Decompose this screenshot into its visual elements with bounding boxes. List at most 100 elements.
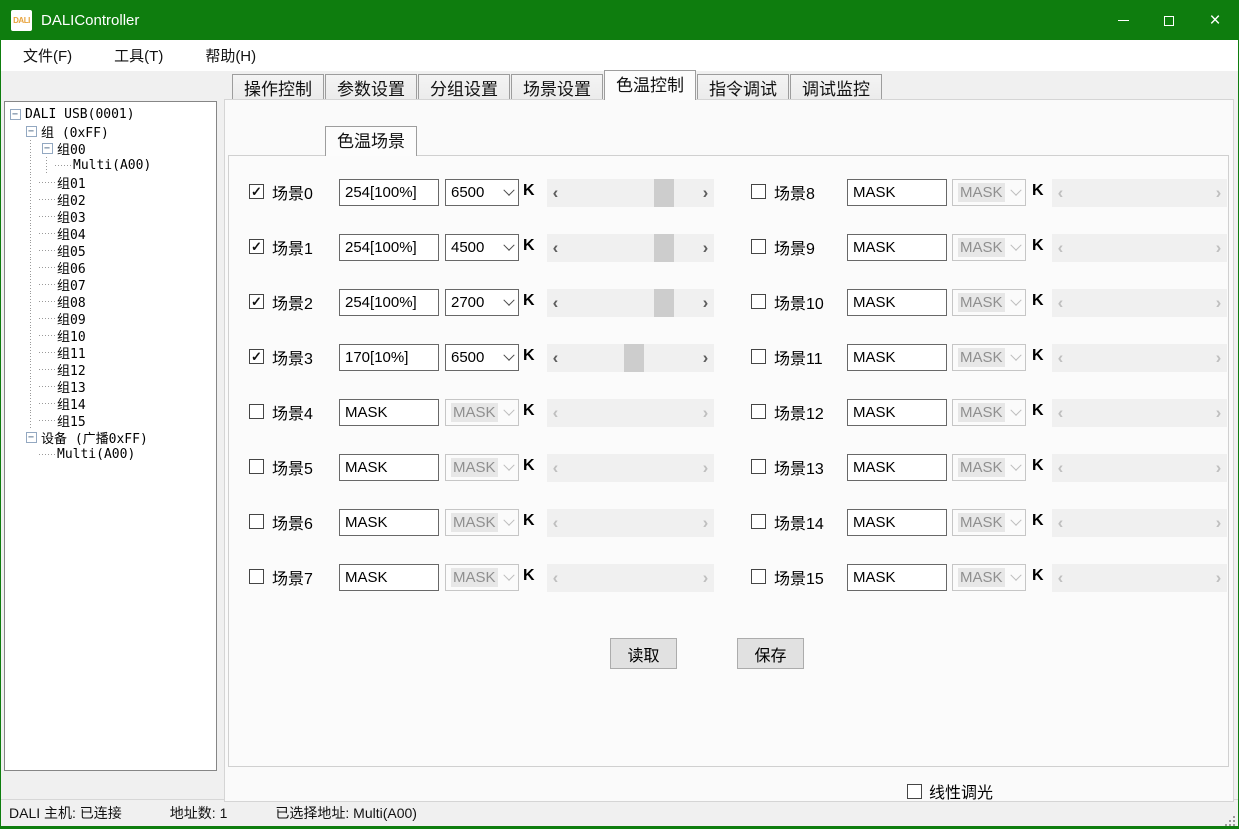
device-tree: −DALI USB(0001)−组 (0xFF)−组00Multi(A00)组0…: [4, 101, 217, 771]
scene-checkbox[interactable]: [751, 349, 766, 364]
tree-row: 组10: [7, 327, 214, 344]
tree-guide: [39, 174, 55, 191]
scene-checkbox[interactable]: [751, 294, 766, 309]
tree-collapse-icon[interactable]: −: [39, 140, 55, 157]
tree-row: 组04: [7, 225, 214, 242]
tree-node-label[interactable]: 组00: [55, 139, 86, 158]
menu-item[interactable]: 文件(F): [13, 41, 82, 70]
linear-dimming-label: 线性调光: [929, 779, 993, 803]
tab-item[interactable]: 调试监控: [790, 74, 882, 100]
color-temp-select[interactable]: MASK: [952, 179, 1026, 206]
scene-row: 场景13MASKK‹›: [229, 454, 1228, 484]
scroll-right-icon: ›: [1210, 399, 1227, 427]
scene-row: 场景12MASKK‹›: [229, 399, 1228, 429]
scroll-track: [1069, 509, 1210, 537]
scroll-left-icon: ‹: [1052, 564, 1069, 592]
scene-level-input[interactable]: [847, 344, 947, 371]
tree-collapse-icon[interactable]: −: [7, 106, 23, 123]
tree-guide: [39, 344, 55, 361]
scroll-track: [1069, 399, 1210, 427]
tree-row: 组11: [7, 344, 214, 361]
color-temp-value: MASK: [958, 348, 1005, 367]
status-selected-address: 已选择地址: Multi(A00): [275, 803, 417, 823]
scene-level-input[interactable]: [847, 454, 947, 481]
tree-collapse-icon[interactable]: −: [23, 429, 39, 446]
tree-guide: [39, 361, 55, 378]
color-temp-select[interactable]: MASK: [952, 564, 1026, 591]
save-button[interactable]: 保存: [737, 638, 804, 669]
tree-node-label[interactable]: Multi(A00): [71, 158, 151, 173]
tree-guide: [23, 412, 39, 429]
menu-item[interactable]: 工具(T): [104, 41, 173, 70]
color-temp-select[interactable]: MASK: [952, 399, 1026, 426]
menu-item[interactable]: 帮助(H): [195, 41, 266, 70]
tab-item[interactable]: 指令调试: [697, 74, 789, 100]
scene-checkbox[interactable]: [751, 514, 766, 529]
kelvin-unit-label: K: [1032, 292, 1044, 310]
tree-guide: [23, 259, 39, 276]
maximize-button[interactable]: [1146, 1, 1192, 40]
scene-checkbox[interactable]: [751, 239, 766, 254]
scene-level-input[interactable]: [847, 399, 947, 426]
tree-row: 组12: [7, 361, 214, 378]
tree-guide: [39, 310, 55, 327]
color-temp-select[interactable]: MASK: [952, 234, 1026, 261]
tree-node-label[interactable]: DALI USB(0001): [23, 107, 135, 122]
tree-guide: [55, 157, 71, 174]
scene-level-input[interactable]: [847, 179, 947, 206]
tree-node-label[interactable]: 设备 (广播0xFF): [39, 428, 148, 447]
scene-checkbox[interactable]: [751, 184, 766, 199]
tab-selected[interactable]: 色温控制: [604, 70, 696, 100]
tree-guide: [7, 208, 23, 225]
scene-label: 场景15: [774, 565, 824, 589]
tree-guide: [23, 310, 39, 327]
scene-level-input[interactable]: [847, 509, 947, 536]
color-temp-select[interactable]: MASK: [952, 509, 1026, 536]
scene-label: 场景13: [774, 455, 824, 479]
tree-row: 组13: [7, 378, 214, 395]
app-icon: DALI: [11, 10, 32, 31]
read-button[interactable]: 读取: [610, 638, 677, 669]
tree-guide: [7, 429, 23, 446]
linear-dimming-checkbox[interactable]: [907, 784, 922, 799]
scene-level-input[interactable]: [847, 234, 947, 261]
tree-guide: [23, 140, 39, 157]
scroll-right-icon: ›: [1210, 179, 1227, 207]
tab-item[interactable]: 场景设置: [511, 74, 603, 100]
scene-level-input[interactable]: [847, 289, 947, 316]
tree-collapse-icon[interactable]: −: [23, 123, 39, 140]
tree-guide: [7, 276, 23, 293]
tree-row: 组05: [7, 242, 214, 259]
resize-grip-icon[interactable]: [1223, 814, 1235, 826]
scene-checkbox[interactable]: [751, 569, 766, 584]
tab-item[interactable]: 参数设置: [325, 74, 417, 100]
collapse-minus-icon: −: [10, 109, 21, 120]
tree-row: −组 (0xFF): [7, 123, 214, 140]
color-temp-select[interactable]: MASK: [952, 454, 1026, 481]
scene-checkbox[interactable]: [751, 459, 766, 474]
chevron-down-icon: [1010, 239, 1021, 250]
tree-guide: [7, 191, 23, 208]
tab-item[interactable]: 分组设置: [418, 74, 510, 100]
tree-guide: [39, 446, 55, 463]
color-temp-scrollbar: ‹›: [1052, 344, 1227, 372]
color-temp-value: MASK: [958, 458, 1005, 477]
scene-checkbox[interactable]: [751, 404, 766, 419]
tree-guide: [23, 446, 39, 463]
tab-item[interactable]: 操作控制: [232, 74, 324, 100]
color-temp-select[interactable]: MASK: [952, 344, 1026, 371]
minimize-button[interactable]: [1100, 1, 1146, 40]
menubar: 文件(F) 工具(T) 帮助(H): [1, 40, 1238, 71]
close-button[interactable]: ×: [1192, 1, 1238, 40]
kelvin-unit-label: K: [1032, 567, 1044, 585]
tree-guide: [23, 293, 39, 310]
scroll-right-icon: ›: [1210, 454, 1227, 482]
color-temp-select[interactable]: MASK: [952, 289, 1026, 316]
subtab-selected[interactable]: 色温场景: [325, 126, 417, 156]
tree-guide: [7, 174, 23, 191]
tree-node-label[interactable]: Multi(A00): [55, 447, 135, 462]
tree-row: 组09: [7, 310, 214, 327]
status-address-count: 地址数: 1: [170, 803, 228, 823]
tree-guide: [23, 157, 39, 174]
scene-level-input[interactable]: [847, 564, 947, 591]
